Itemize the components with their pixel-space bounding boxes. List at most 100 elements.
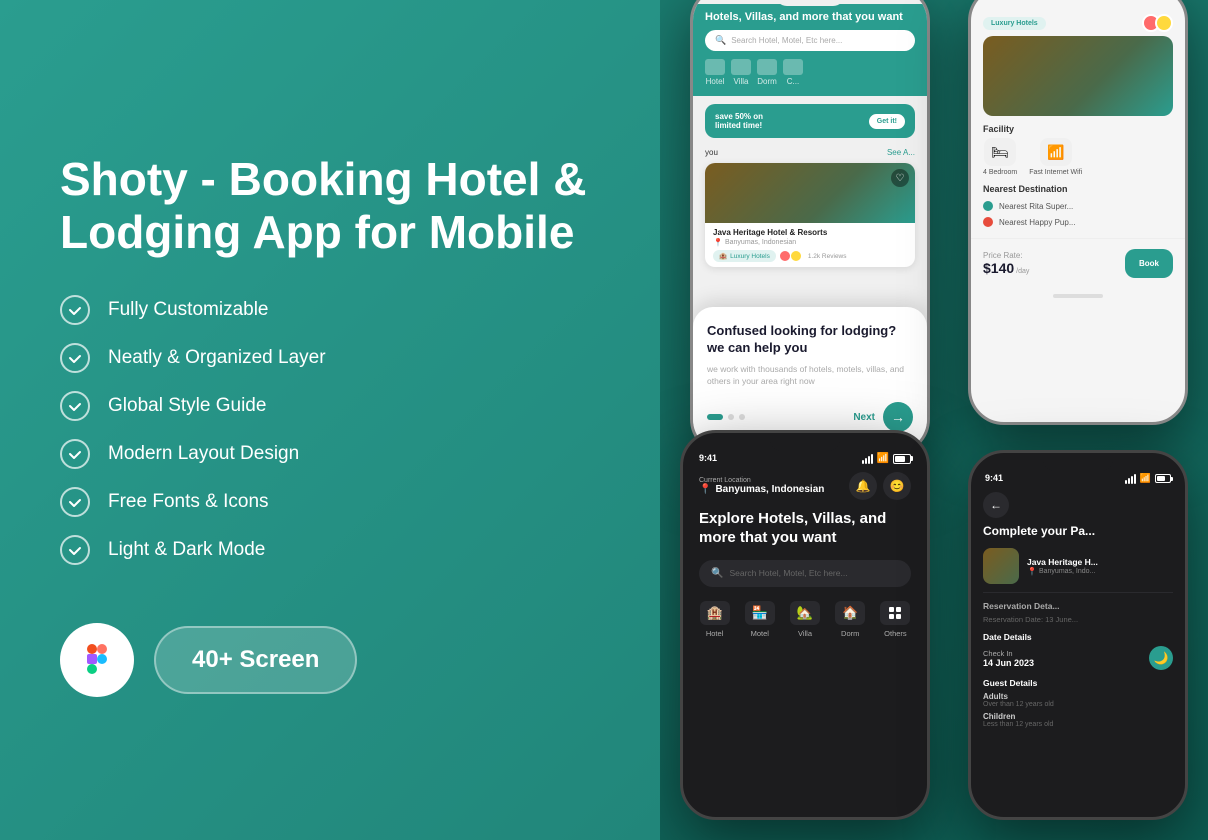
bl-signal-icon bbox=[862, 454, 873, 464]
br-hotel-info: Java Heritage H... 📍 Banyumas, Indo... bbox=[1027, 557, 1098, 576]
br-status-icons: 📶 bbox=[1125, 473, 1171, 484]
main-title: Shoty - Booking Hotel & Lodging App for … bbox=[60, 153, 600, 259]
br-checkin-label: Check In bbox=[983, 649, 1034, 658]
br-back-btn[interactable]: ← bbox=[983, 492, 1009, 518]
tl-next-label: Next bbox=[853, 412, 875, 423]
tl-tab-dorm[interactable]: Dorm bbox=[757, 59, 777, 86]
bl-tab-others[interactable]: Others bbox=[874, 601, 917, 638]
tl-hotel-fav[interactable]: ♡ bbox=[891, 169, 909, 187]
bl-bell-icon[interactable]: 🔔 bbox=[849, 472, 877, 500]
br-guest-section: Guest Details bbox=[971, 672, 1185, 690]
br-signal-icon bbox=[1125, 474, 1136, 484]
br-moon-icon: 🌙 bbox=[1149, 646, 1173, 670]
br-adults-row: Adults Over than 12 years old bbox=[971, 690, 1185, 710]
bl-tab-dorm[interactable]: 🏠 Dorm bbox=[829, 601, 872, 638]
bl-search-bar[interactable]: 🔍 Search Hotel, Motel, Etc here... bbox=[699, 560, 911, 587]
tr-book-btn[interactable]: Book bbox=[1125, 249, 1173, 278]
br-hotel-name: Java Heritage H... bbox=[1027, 557, 1098, 567]
tl-hotel-card: ♡ Java Heritage Hotel & Resorts 📍 Banyum… bbox=[705, 163, 915, 267]
phone-notch-bl bbox=[770, 433, 840, 451]
bl-status-bar: 9:41 📶 bbox=[683, 451, 927, 468]
tl-tab-hotel[interactable]: Hotel bbox=[705, 59, 725, 86]
tl-luxury-tag: 🏨 Luxury Hotels bbox=[713, 250, 776, 262]
tl-search[interactable]: 🔍 Search Hotel, Motel, Etc here... bbox=[705, 30, 915, 51]
tr-price-label: Price Rate: bbox=[983, 251, 1029, 260]
br-checkin-row: Check In 14 Jun 2023 🌙 bbox=[971, 644, 1185, 672]
bl-main-title: Explore Hotels, Villas, and more that yo… bbox=[683, 504, 927, 554]
br-battery-icon bbox=[1155, 474, 1171, 483]
phone-notch-tl bbox=[775, 0, 845, 6]
phone-bottom-left: 9:41 📶 bbox=[680, 430, 930, 820]
bl-tabs-row: 🏨 Hotel 🏪 Motel 🏡 Villa 🏠 Dorm bbox=[683, 593, 927, 646]
tr-avatar-2 bbox=[1155, 14, 1173, 32]
bl-location-header: Current Location 📍 Banyumas, Indonesian … bbox=[683, 468, 927, 504]
tl-promo-banner: save 50% on limited time! Get it! bbox=[705, 104, 915, 138]
tl-onboarding-footer: Next → bbox=[707, 402, 913, 432]
bl-wifi-icon: 📶 bbox=[877, 453, 889, 464]
tl-hotel-info: Java Heritage Hotel & Resorts 📍 Banyumas… bbox=[705, 223, 915, 267]
bl-profile-icon[interactable]: 😊 bbox=[883, 472, 911, 500]
tr-wifi-icon: 📶 bbox=[1040, 138, 1072, 166]
tr-nearest-2: Nearest Happy Pup... bbox=[971, 214, 1185, 230]
bl-header-icons: 🔔 😊 bbox=[849, 472, 911, 500]
tl-onboarding-desc: we work with thousands of hotels, motels… bbox=[707, 363, 913, 389]
tl-avatars bbox=[782, 250, 802, 262]
tl-promo-btn[interactable]: Get it! bbox=[869, 114, 905, 129]
figma-badge bbox=[60, 623, 134, 697]
tr-luxury-tag: Luxury Hotels bbox=[983, 17, 1046, 30]
tl-hotel-name: Java Heritage Hotel & Resorts bbox=[713, 228, 907, 237]
br-hotel-row: Java Heritage H... 📍 Banyumas, Indo... bbox=[971, 544, 1185, 588]
check-icon-5 bbox=[60, 487, 90, 517]
bl-tab-hotel[interactable]: 🏨 Hotel bbox=[693, 601, 736, 638]
br-back-row: ← bbox=[971, 488, 1185, 522]
feature-item-3: Global Style Guide bbox=[60, 391, 600, 421]
br-hotel-location: 📍 Banyumas, Indo... bbox=[1027, 567, 1098, 576]
bl-hotel-icon: 🏨 bbox=[700, 601, 730, 625]
tl-see-all[interactable]: See A... bbox=[887, 148, 915, 157]
tr-wifi-label: Fast Internet Wifi bbox=[1029, 169, 1082, 176]
br-time: 9:41 bbox=[985, 473, 1003, 484]
br-reservation-section: Reservation Deta... bbox=[971, 597, 1185, 613]
tr-nearest-label-1: Nearest Rita Super... bbox=[999, 202, 1073, 211]
feature-label-1: Fully Customizable bbox=[108, 299, 269, 321]
feature-label-3: Global Style Guide bbox=[108, 395, 266, 417]
br-hotel-thumb bbox=[983, 548, 1019, 584]
phone-notch-br bbox=[1043, 453, 1113, 471]
tl-tabs: Hotel Villa Dorm C... bbox=[705, 59, 915, 86]
tl-promo-text: save 50% on limited time! bbox=[715, 112, 763, 130]
bl-tab-villa[interactable]: 🏡 Villa bbox=[783, 601, 826, 638]
feature-item-4: Modern Layout Design bbox=[60, 439, 600, 469]
tr-home-indicator bbox=[1053, 294, 1103, 298]
bl-tab-motel[interactable]: 🏪 Motel bbox=[738, 601, 781, 638]
bl-motel-icon: 🏪 bbox=[745, 601, 775, 625]
check-icon-6 bbox=[60, 535, 90, 565]
tl-header-text: Hotels, Villas, and more that you want bbox=[705, 10, 915, 24]
tl-hotel-location: 📍 Banyumas, Indonesian bbox=[713, 238, 907, 247]
tl-tab-other[interactable]: C... bbox=[783, 59, 803, 86]
tr-facility-title: Facility bbox=[971, 116, 1185, 138]
tl-dot-2 bbox=[739, 414, 745, 420]
tl-for-you: you bbox=[705, 148, 718, 157]
feature-item-1: Fully Customizable bbox=[60, 295, 600, 325]
check-icon-1 bbox=[60, 295, 90, 325]
tr-nearest-dot-2 bbox=[983, 217, 993, 227]
br-status-bar: 9:41 📶 bbox=[971, 471, 1185, 488]
tl-dot-1 bbox=[728, 414, 734, 420]
tl-hotel-image: ♡ bbox=[705, 163, 915, 223]
bl-location-label: Current Location bbox=[699, 477, 824, 484]
tl-you-row: you See A... bbox=[693, 146, 927, 159]
phone-top-left: Hotels, Villas, and more that you want 🔍… bbox=[690, 0, 930, 455]
tr-price-group: Price Rate: $140 /day bbox=[983, 251, 1029, 276]
tl-tab-villa[interactable]: Villa bbox=[731, 59, 751, 86]
bl-others-icon bbox=[880, 601, 910, 625]
tl-next-btn[interactable]: → bbox=[883, 402, 913, 432]
br-checkin-group: Check In 14 Jun 2023 bbox=[983, 649, 1034, 668]
bl-battery-icon bbox=[893, 454, 911, 464]
tl-dot-active bbox=[707, 414, 723, 420]
tr-bed-label: 4 Bedroom bbox=[983, 169, 1017, 176]
tl-hotel-tags: 🏨 Luxury Hotels 1.2k Reviews bbox=[713, 250, 907, 262]
tl-header: Hotels, Villas, and more that you want 🔍… bbox=[693, 4, 927, 96]
tr-facility-wifi: 📶 Fast Internet Wifi bbox=[1029, 138, 1082, 176]
tr-avatars bbox=[1142, 14, 1173, 32]
br-children-row: Children Less than 12 years old bbox=[971, 710, 1185, 730]
